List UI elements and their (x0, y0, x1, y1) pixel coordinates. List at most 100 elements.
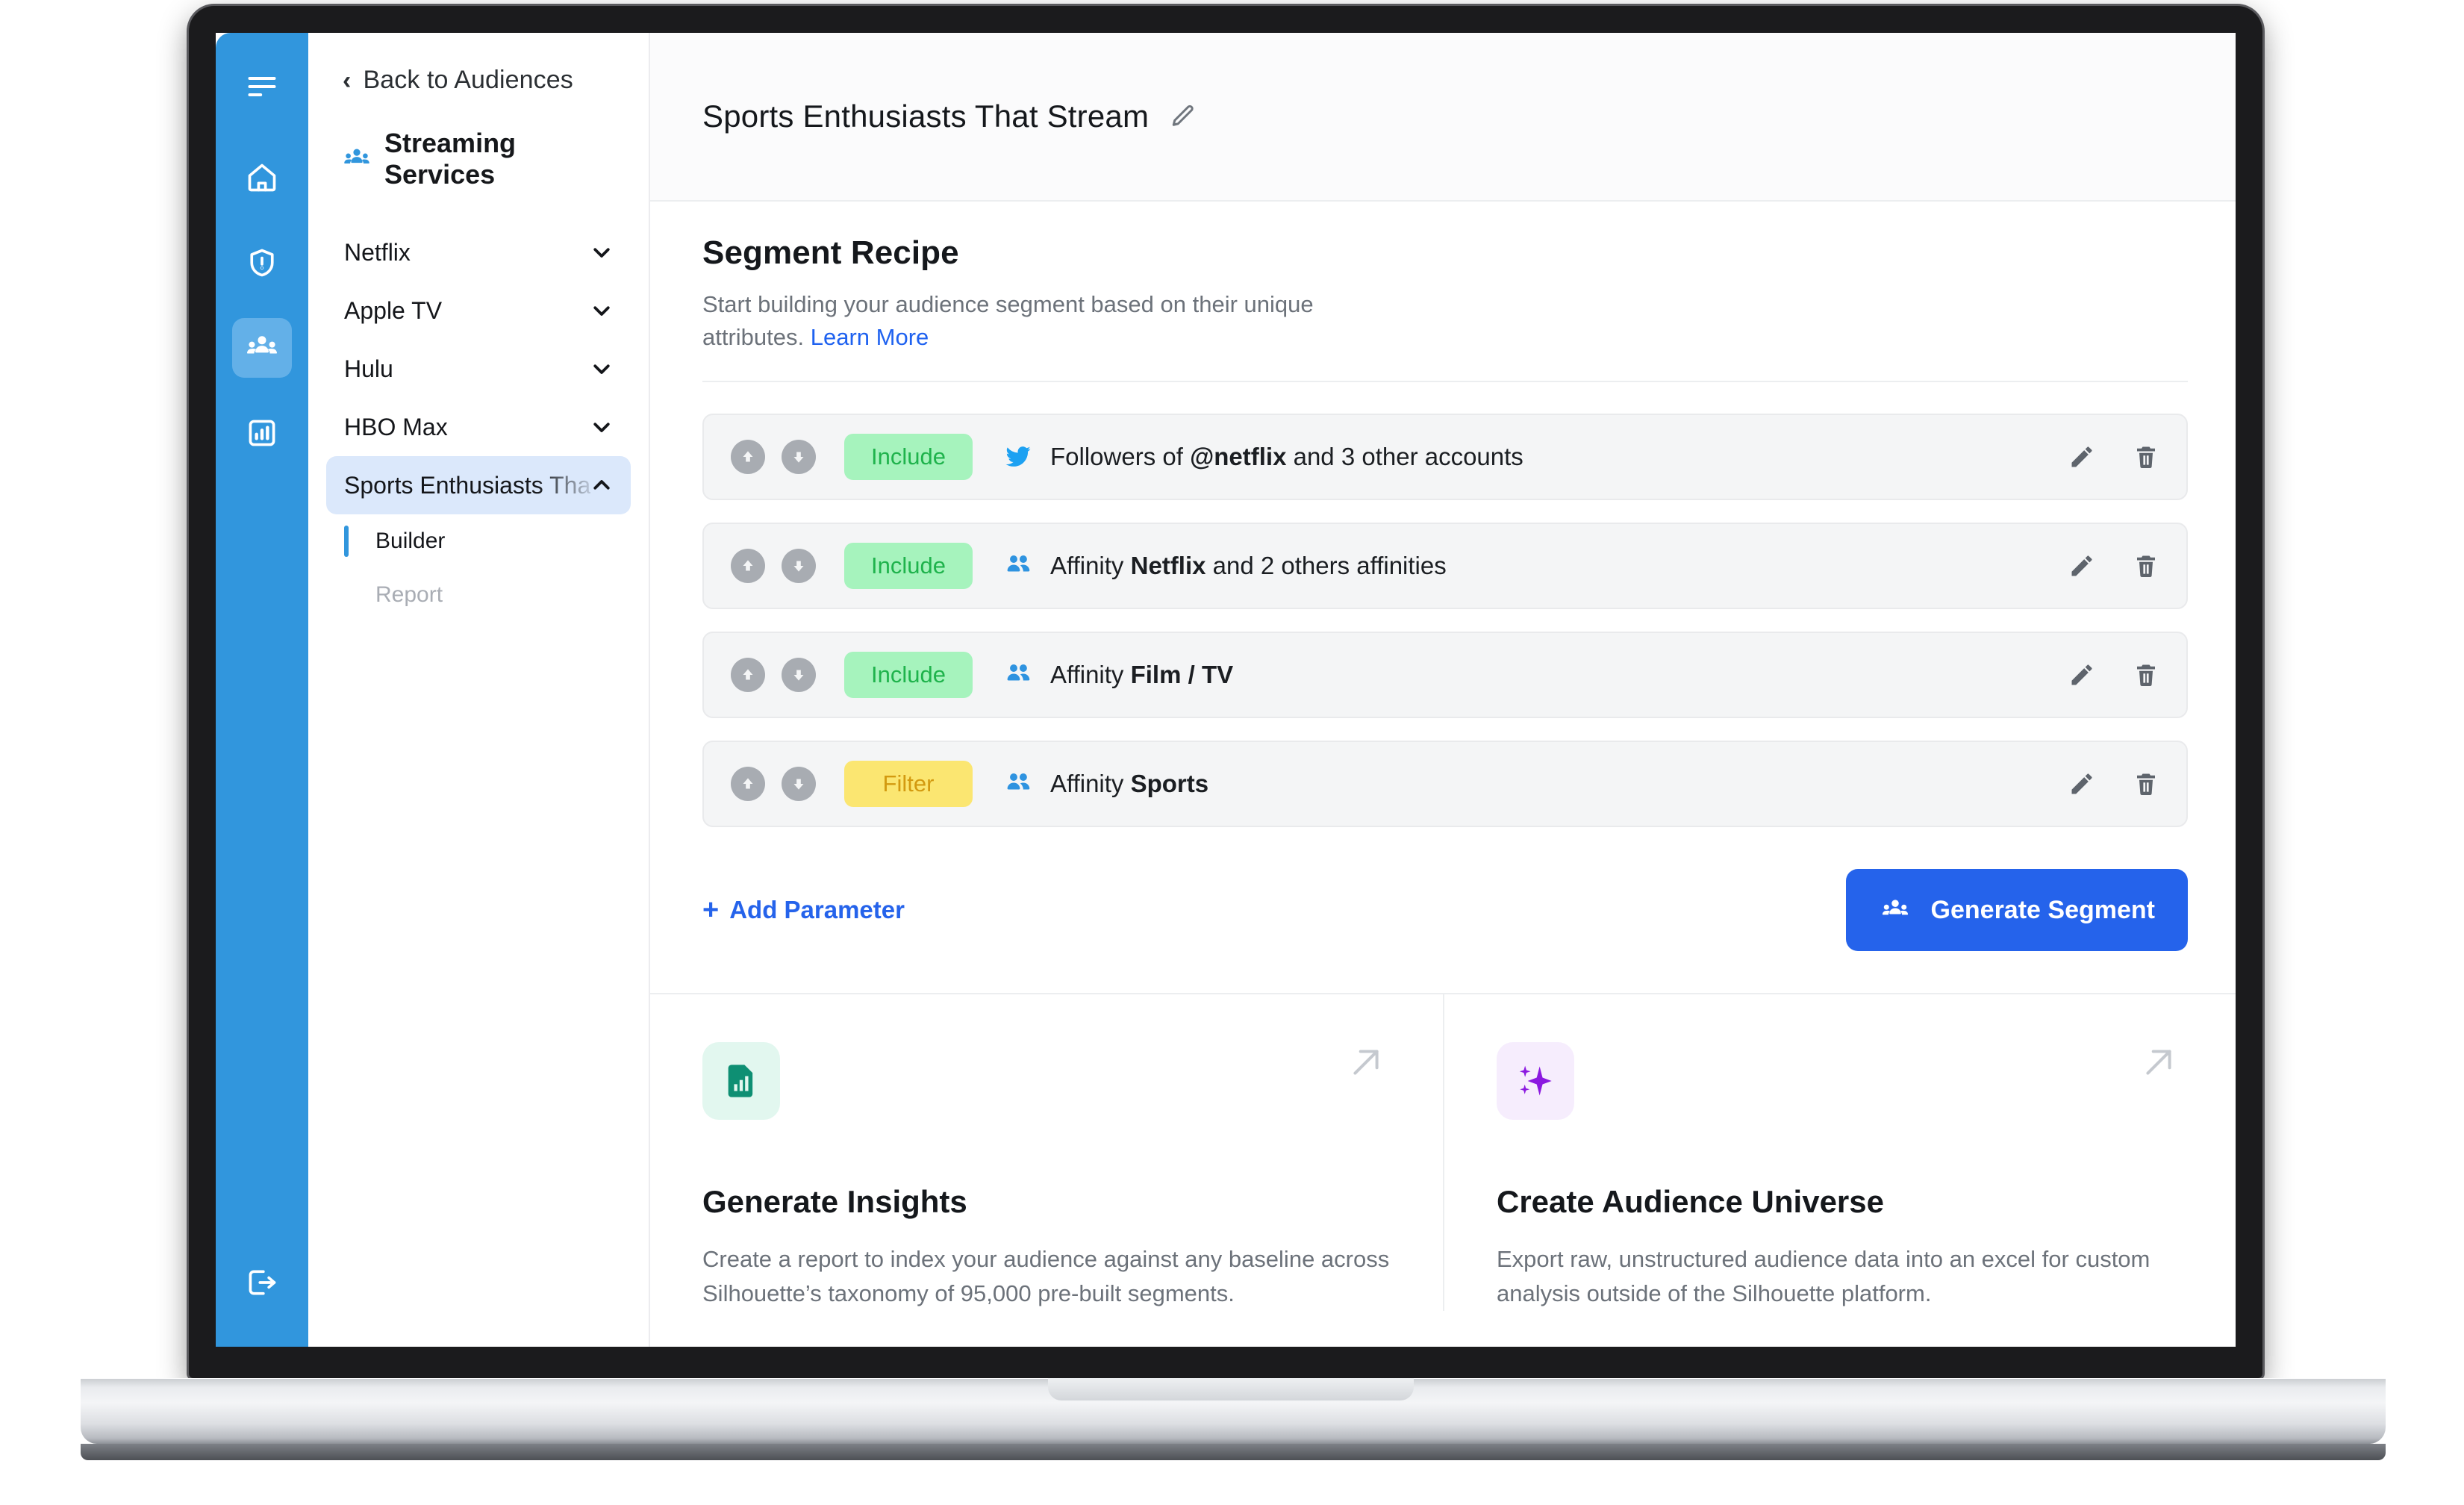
page-header: Sports Enthusiasts That Stream (650, 33, 2236, 202)
pencil-icon[interactable] (2068, 443, 2095, 470)
sidebar-item-security[interactable] (232, 233, 292, 293)
chevron-up-icon (590, 474, 613, 496)
status-badge[interactable]: Include (844, 652, 973, 698)
segment-recipe-description: Start building your audience segment bas… (702, 288, 1412, 354)
sidebar-item-apple-tv[interactable]: Apple TV (326, 281, 631, 340)
row-text-bold: Sports (1131, 770, 1209, 797)
arrow-down-circle-icon[interactable] (782, 549, 816, 583)
arrow-up-circle-icon[interactable] (731, 767, 765, 801)
laptop-foot (81, 1444, 2386, 1460)
recipe-row-text: Affinity Sports (1050, 770, 2068, 798)
nav-group-title: Streaming Services (308, 128, 649, 190)
arrow-up-circle-icon[interactable] (731, 658, 765, 692)
generate-segment-label: Generate Segment (1931, 896, 2155, 925)
main-content: Sports Enthusiasts That Stream Segment R… (650, 33, 2236, 1347)
row-text-prefix: Affinity (1050, 770, 1131, 797)
chevron-down-icon (590, 358, 613, 380)
sidebar-item-netflix[interactable]: Netflix (326, 223, 631, 281)
nav-item-label: HBO Max (344, 414, 448, 441)
arrow-down-circle-icon[interactable] (782, 767, 816, 801)
hamburger-menu-icon[interactable] (232, 57, 292, 116)
plus-icon: + (702, 896, 719, 924)
pencil-icon[interactable] (2068, 661, 2095, 688)
nav-group-title-label: Streaming Services (384, 128, 620, 190)
card-title: Create Audience Universe (1497, 1184, 2183, 1220)
arrow-up-right-icon[interactable] (2140, 1044, 2177, 1081)
add-parameter-button[interactable]: + Add Parameter (702, 896, 905, 924)
nav-item-label: Apple TV (344, 297, 442, 325)
affinity-people-icon (1002, 770, 1034, 797)
recipe-footer: + Add Parameter (650, 850, 2236, 993)
arrow-down-circle-icon[interactable] (782, 440, 816, 474)
laptop-screen: ‹ Back to Audiences Streaming Services (216, 33, 2236, 1347)
status-badge[interactable]: Include (844, 434, 973, 480)
arrow-up-right-icon[interactable] (1347, 1044, 1385, 1081)
active-indicator-bar (344, 526, 349, 557)
trash-icon[interactable] (2133, 770, 2159, 797)
application-window: ‹ Back to Audiences Streaming Services (216, 33, 2236, 1347)
sidebar-item-home[interactable] (232, 148, 292, 208)
logout-icon[interactable] (232, 1253, 292, 1312)
sidebar-item-audiences[interactable] (232, 318, 292, 378)
nav-item-label: Netflix (344, 239, 411, 267)
row-text-bold: @netflix (1190, 443, 1286, 470)
sparkles-icon (1497, 1042, 1574, 1120)
recipe-row-text: Affinity Film / TV (1050, 661, 2068, 689)
home-icon (246, 161, 278, 194)
segment-recipe-title: Segment Recipe (702, 234, 2188, 272)
affinity-people-icon (1002, 552, 1034, 579)
shield-alert-icon (246, 246, 278, 279)
card-description: Create a report to index your audience a… (702, 1242, 1391, 1311)
recipe-row-list: Include Followers of @netflix and 3 othe… (650, 382, 2236, 827)
nav-subitem-label: Builder (375, 529, 445, 554)
segment-recipe-panel: Segment Recipe Start building your audie… (650, 202, 2236, 382)
trash-icon[interactable] (2133, 552, 2159, 579)
sidebar-item-hbo-max[interactable]: HBO Max (326, 398, 631, 456)
recipe-row-actions (2068, 661, 2159, 688)
sidebar-subitem-builder[interactable]: Builder (308, 514, 649, 568)
generate-insights-card[interactable]: Generate Insights Create a report to ind… (650, 994, 1443, 1311)
row-text-suffix: and 2 others affinities (1206, 552, 1446, 579)
trash-icon[interactable] (2133, 661, 2159, 688)
add-parameter-label: Add Parameter (729, 896, 905, 924)
back-to-audiences-link[interactable]: ‹ Back to Audiences (308, 66, 649, 95)
card-description: Export raw, unstructured audience data i… (1497, 1242, 2183, 1311)
arrow-up-circle-icon[interactable] (731, 440, 765, 474)
sidebar-subitem-report[interactable]: Report (308, 568, 649, 622)
generate-segment-button[interactable]: Generate Segment (1846, 869, 2188, 951)
recipe-row-text: Followers of @netflix and 3 other accoun… (1050, 443, 2068, 471)
status-badge[interactable]: Filter (844, 761, 973, 807)
laptop-mockup: ‹ Back to Audiences Streaming Services (0, 0, 2464, 1505)
chevron-down-icon (590, 241, 613, 264)
audiences-icon (246, 331, 278, 364)
segment-description-text: Start building your audience segment bas… (702, 291, 1314, 350)
navigation-panel: ‹ Back to Audiences Streaming Services (308, 33, 650, 1347)
audiences-icon (1879, 896, 1912, 924)
nav-item-label: Hulu (344, 355, 393, 383)
sidebar-item-sports-enthusiasts[interactable]: Sports Enthusiasts That (326, 456, 631, 514)
card-title: Generate Insights (702, 1184, 1391, 1220)
create-audience-universe-card[interactable]: Create Audience Universe Export raw, uns… (1443, 994, 2236, 1311)
page-title: Sports Enthusiasts That Stream (702, 99, 1149, 134)
recipe-row-actions (2068, 443, 2159, 470)
arrow-down-circle-icon[interactable] (782, 658, 816, 692)
learn-more-link[interactable]: Learn More (811, 324, 929, 350)
active-indicator-bar (344, 579, 349, 611)
recipe-row[interactable]: Include Affinity Film / TV (702, 632, 2188, 718)
trash-icon[interactable] (2133, 443, 2159, 470)
sidebar-item-analytics[interactable] (232, 403, 292, 463)
affinity-people-icon (1002, 661, 1034, 688)
status-badge[interactable]: Include (844, 543, 973, 589)
pencil-icon[interactable] (1170, 103, 1197, 130)
recipe-row[interactable]: Include Affinity Netflix and 2 others af… (702, 523, 2188, 609)
main-body: Segment Recipe Start building your audie… (650, 202, 2236, 1347)
pencil-icon[interactable] (2068, 552, 2095, 579)
row-text-bold: Film / TV (1131, 661, 1234, 688)
report-chart-icon (702, 1042, 780, 1120)
row-text-prefix: Affinity (1050, 661, 1131, 688)
sidebar-item-hulu[interactable]: Hulu (326, 340, 631, 398)
arrow-up-circle-icon[interactable] (731, 549, 765, 583)
recipe-row[interactable]: Include Followers of @netflix and 3 othe… (702, 414, 2188, 500)
recipe-row[interactable]: Filter Affinity Sports (702, 741, 2188, 827)
pencil-icon[interactable] (2068, 770, 2095, 797)
